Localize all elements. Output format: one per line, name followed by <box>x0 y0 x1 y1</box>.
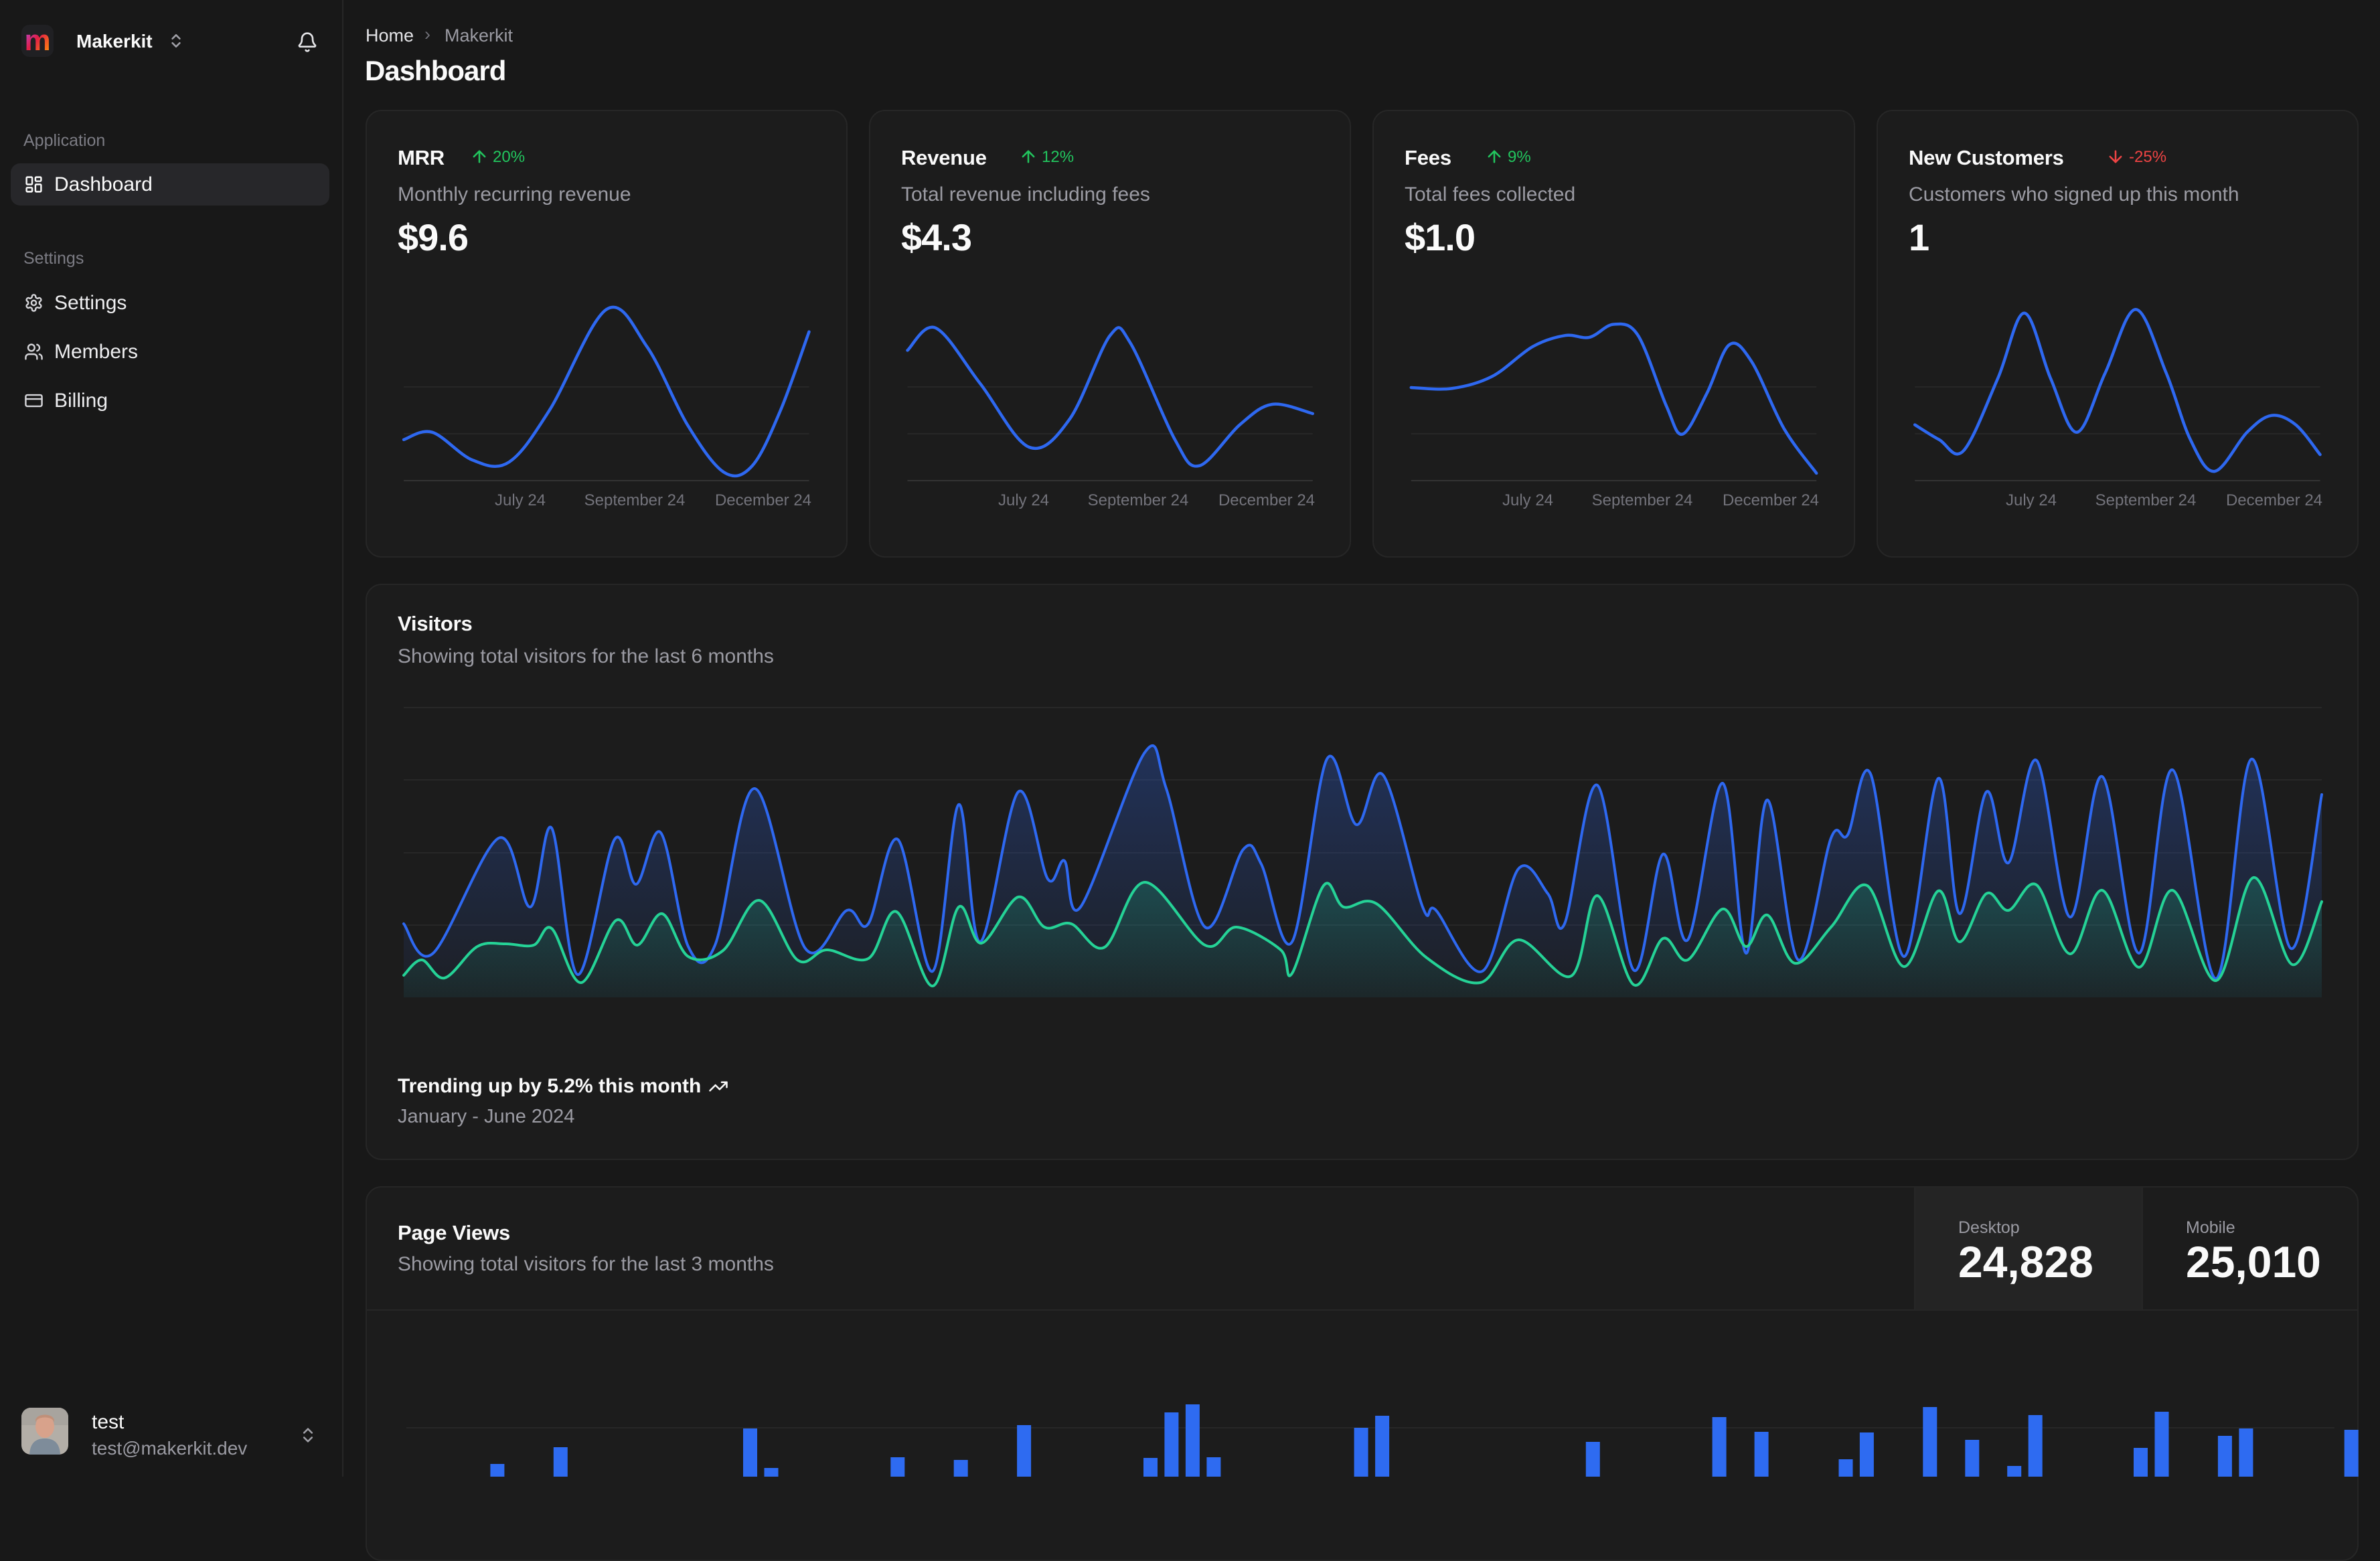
svg-text:m: m <box>24 25 50 57</box>
